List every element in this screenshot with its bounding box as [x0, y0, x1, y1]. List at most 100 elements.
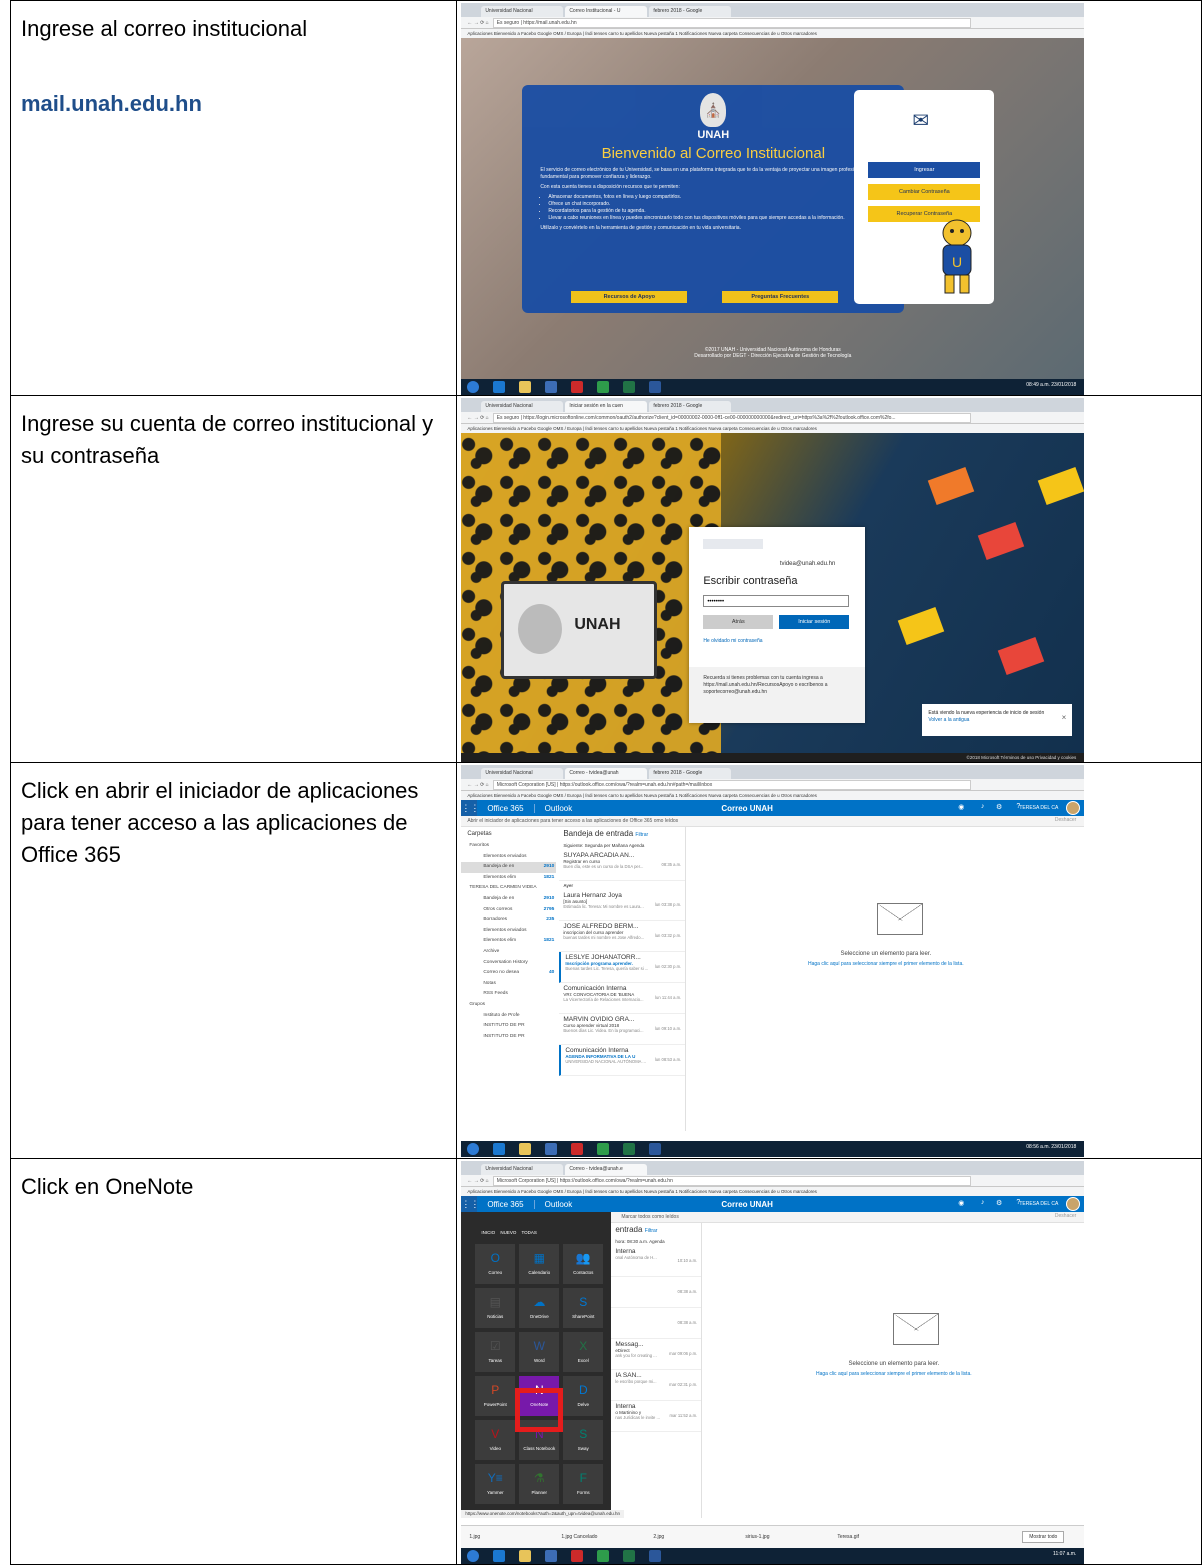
bell-icon[interactable]: ♪	[981, 1199, 985, 1206]
gear-icon[interactable]: ⚙	[996, 803, 1002, 811]
office-brand[interactable]: Office 365	[477, 803, 535, 813]
list-item[interactable]: MARVIN OVIDIO GRA... Curso aprender virtu…	[559, 1014, 686, 1045]
folder-item[interactable]: Correo no desea 40	[461, 968, 556, 979]
folder-item[interactable]: INSTITUTO DE PR	[461, 1021, 556, 1032]
app-tile-excel[interactable]: X Excel	[563, 1332, 604, 1372]
ie-icon[interactable]	[493, 381, 506, 393]
app-tile-yammer[interactable]: Y≡ Yammer	[475, 1464, 516, 1504]
folder-icon[interactable]	[519, 1550, 532, 1562]
folder-item[interactable]: RSS Feeds	[461, 989, 556, 1000]
resources-button[interactable]: Recursos de Apoyo	[571, 291, 688, 303]
ie-icon[interactable]	[493, 1550, 506, 1562]
signin-button[interactable]: Iniciar sesión	[779, 615, 850, 629]
start-icon[interactable]	[467, 1550, 480, 1562]
pdf-icon[interactable]	[571, 381, 584, 393]
chrome-icon[interactable]	[597, 381, 610, 393]
url-field[interactable]: Microsoft Corporation [US] | https://out…	[492, 1175, 971, 1186]
pdf-icon[interactable]	[571, 1550, 584, 1562]
media-icon[interactable]	[545, 1550, 558, 1562]
change-password-button[interactable]: Cambiar Contraseña	[868, 184, 981, 200]
browser-tab[interactable]: Correo - tvidea@unah.e	[565, 1164, 648, 1175]
list-item[interactable]: LESLYE JOHANATORR... Inscripción programa…	[559, 952, 686, 983]
excel-icon[interactable]	[623, 381, 636, 393]
show-all-button[interactable]: Mostrar todo	[1022, 1531, 1065, 1543]
url-field[interactable]: Es seguro | https://mail.unah.edu.hn	[492, 17, 971, 28]
list-item[interactable]: Interna onal Autónoma de H... 10:10 a.m.	[611, 1246, 702, 1277]
list-item[interactable]: 08:38 a.m.	[611, 1308, 702, 1339]
browser-tab[interactable]: Universidad Nacional	[481, 768, 564, 779]
outlook-label[interactable]: Outlook	[535, 1200, 583, 1209]
browser-tab[interactable]: febrero 2018 - Google	[649, 6, 732, 17]
forgot-password-link[interactable]: He olvidado mi contraseña	[703, 638, 762, 644]
pdf-icon[interactable]	[571, 1143, 584, 1155]
folder-item[interactable]: Elementos elim 1821	[461, 936, 556, 947]
outlook-label[interactable]: Outlook	[535, 804, 583, 813]
folder-item[interactable]: Elementos enviados	[461, 926, 556, 937]
download-item[interactable]: sirius-1.jpg	[745, 1534, 825, 1540]
app-tile-noticias[interactable]: ▤ Noticias	[475, 1288, 516, 1328]
app-tile-contactos[interactable]: 👥 Contactos	[563, 1244, 604, 1284]
nav-icons[interactable]: ← → ⟳ ⌂	[467, 415, 488, 421]
app-tile-delve[interactable]: D Delve	[563, 1376, 604, 1416]
app-launcher-icon[interactable]: ⋮⋮	[461, 1196, 479, 1212]
avatar[interactable]	[1066, 1197, 1081, 1211]
user-name[interactable]: TERESA DEL CA	[1019, 805, 1058, 811]
app-launcher-icon[interactable]: ⋮⋮	[461, 800, 479, 816]
login-button[interactable]: Ingresar	[868, 162, 981, 178]
app-tile-correo[interactable]: O Correo	[475, 1244, 516, 1284]
list-item[interactable]: 08:38 a.m.	[611, 1277, 702, 1308]
skype-icon[interactable]: ◉	[958, 803, 964, 811]
app-tile-tareas[interactable]: ☑ Tareas	[475, 1332, 516, 1372]
undo-button[interactable]: Deshacer	[1055, 1213, 1076, 1219]
avatar[interactable]	[1066, 801, 1081, 815]
folder-item[interactable]: Notas	[461, 979, 556, 990]
app-tile-powerpoint[interactable]: P PowerPoint	[475, 1376, 516, 1416]
undo-button[interactable]: Deshacer	[1055, 817, 1076, 823]
gear-icon[interactable]: ⚙	[996, 1199, 1002, 1207]
word-icon[interactable]	[649, 1143, 662, 1155]
browser-tab[interactable]: febrero 2018 - Google	[649, 401, 732, 412]
browser-tab[interactable]: Universidad Nacional	[481, 401, 564, 412]
browser-tab[interactable]: Universidad Nacional	[481, 1164, 564, 1175]
filter-button[interactable]: Filtrar	[645, 1228, 658, 1234]
folder-item[interactable]: Instituto de Profe	[461, 1011, 556, 1022]
list-item[interactable]: SUYAPA ARCADIA AN... Registrar en curso Bu…	[559, 850, 686, 881]
excel-icon[interactable]	[623, 1143, 636, 1155]
app-tile-forms[interactable]: F Forms	[563, 1464, 604, 1504]
app-tile-calendario[interactable]: ▦ Calendario	[519, 1244, 560, 1284]
url-field[interactable]: Es seguro | https://login.microsoftonlin…	[492, 412, 971, 423]
url-field[interactable]: Microsoft Corporation [US] | https://out…	[492, 779, 971, 790]
media-icon[interactable]	[545, 1143, 558, 1155]
folder-item[interactable]: Otros correos 2795	[461, 905, 556, 916]
folder-item[interactable]: Archive	[461, 947, 556, 958]
folder-item[interactable]: Elementos elim 1821	[461, 873, 556, 884]
list-item[interactable]: Interna o Martinino y nas Jurídicas le inv…	[611, 1401, 702, 1432]
folder-item[interactable]: Grupos	[461, 1000, 556, 1011]
folder-item[interactable]: Borradores 235	[461, 915, 556, 926]
folder-item[interactable]: Elementos enviados	[461, 852, 556, 863]
folder-item[interactable]: Favoritos	[461, 841, 556, 852]
download-item[interactable]: Teresa.gif	[837, 1534, 917, 1540]
bell-icon[interactable]: ♪	[981, 803, 985, 810]
folder-item[interactable]: Bandeja de en 2910	[461, 862, 557, 873]
nav-icons[interactable]: ← → ⟳ ⌂	[467, 782, 488, 788]
reading-hint-link[interactable]: Haga clic aquí para seleccionar siempre …	[703, 1371, 1084, 1377]
folder-icon[interactable]	[519, 381, 532, 393]
office-brand[interactable]: Office 365	[477, 1199, 535, 1209]
browser-tab[interactable]: Iniciar sesión en la cuen	[565, 401, 648, 412]
browser-tab[interactable]: Correo Institucional - U	[565, 6, 648, 17]
download-item[interactable]: 1.jpg	[469, 1534, 549, 1540]
word-icon[interactable]	[649, 1550, 662, 1562]
list-item[interactable]: Comunicación Interna VRI: CONVOCATORIA DE…	[559, 983, 686, 1014]
folder-item[interactable]: Bandeja de en 2910	[461, 894, 556, 905]
folder-item[interactable]: Carpetas	[461, 827, 556, 841]
word-icon[interactable]	[649, 381, 662, 393]
ie-icon[interactable]	[493, 1143, 506, 1155]
excel-icon[interactable]	[623, 1550, 636, 1562]
back-button[interactable]: Atrás	[703, 615, 774, 629]
folder-icon[interactable]	[519, 1143, 532, 1155]
reading-hint-link[interactable]: Haga clic aquí para seleccionar siempre …	[687, 961, 1084, 967]
download-item[interactable]: 2.jpg	[653, 1534, 733, 1540]
faq-button[interactable]: Preguntas Frecuentes	[722, 291, 839, 303]
user-name[interactable]: TERESA DEL CA	[1019, 1201, 1058, 1207]
